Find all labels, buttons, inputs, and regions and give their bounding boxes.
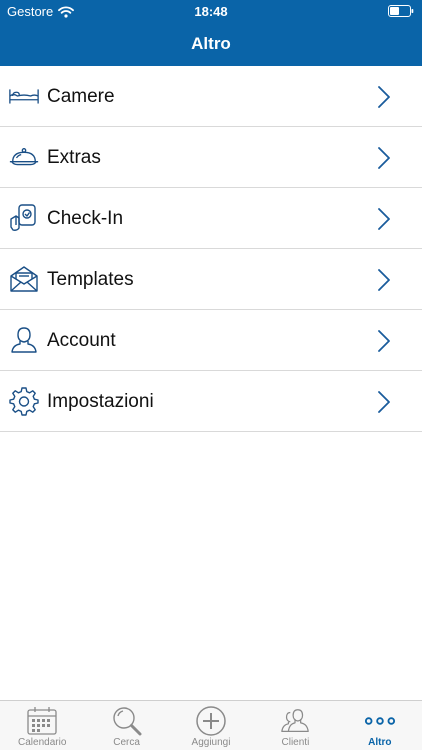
- menu-item-templates[interactable]: Templates: [0, 249, 422, 310]
- page-title: Altro: [191, 34, 231, 53]
- chevron-right-icon: [378, 208, 390, 230]
- menu-item-camere[interactable]: Camere: [0, 66, 422, 127]
- menu-item-check-in[interactable]: Check-In: [0, 188, 422, 249]
- tab-aggiungi[interactable]: Aggiungi: [169, 701, 253, 750]
- app-root: Gestore 18:48 Altro Camere Extras Check-…: [0, 0, 422, 750]
- cloche-icon: [8, 141, 40, 173]
- plus-circle-icon: [195, 705, 227, 737]
- menu-item-label: Camere: [47, 86, 115, 107]
- tab-cerca[interactable]: Cerca: [84, 701, 168, 750]
- tab-calendario[interactable]: Calendario: [0, 701, 84, 750]
- tab-label: Cerca: [113, 737, 140, 748]
- chevron-right-icon: [378, 147, 390, 169]
- menu-item-extras[interactable]: Extras: [0, 127, 422, 188]
- menu-item-label: Extras: [47, 147, 101, 168]
- user-icon: [8, 324, 40, 356]
- menu-item-label: Check-In: [47, 208, 124, 229]
- battery-icon: [388, 5, 414, 20]
- people-icon: [279, 705, 311, 737]
- menu-item-label: Impostazioni: [47, 391, 154, 412]
- status-bar: Gestore 18:48: [0, 0, 422, 22]
- header: Gestore 18:48 Altro: [0, 0, 422, 66]
- envelope-icon: [8, 263, 40, 295]
- chevron-right-icon: [378, 391, 390, 413]
- tab-label: Calendario: [18, 737, 67, 748]
- menu-list: Camere Extras Check-In Templates Account…: [0, 66, 422, 432]
- menu-item-label: Templates: [47, 269, 134, 290]
- tab-altro[interactable]: Altro: [338, 701, 422, 750]
- chevron-right-icon: [378, 86, 390, 108]
- search-icon: [111, 705, 143, 737]
- more-dots-icon: [364, 705, 396, 737]
- menu-item-label: Account: [47, 330, 116, 351]
- tab-label: Clienti: [281, 737, 310, 748]
- gear-icon: [8, 385, 40, 417]
- chevron-right-icon: [378, 269, 390, 291]
- chevron-right-icon: [378, 330, 390, 352]
- tab-label: Aggiungi: [191, 737, 231, 748]
- tab-clienti[interactable]: Clienti: [253, 701, 337, 750]
- tab-label: Altro: [368, 737, 392, 748]
- tab-bar: Calendario Cerca Aggiungi Clienti Altro: [0, 700, 422, 750]
- bed-icon: [8, 80, 40, 112]
- calendar-icon: [26, 705, 58, 737]
- menu-item-impostazioni[interactable]: Impostazioni: [0, 371, 422, 432]
- menu-item-account[interactable]: Account: [0, 310, 422, 371]
- phone-hand-icon: [8, 202, 40, 234]
- status-time: 18:48: [194, 4, 228, 19]
